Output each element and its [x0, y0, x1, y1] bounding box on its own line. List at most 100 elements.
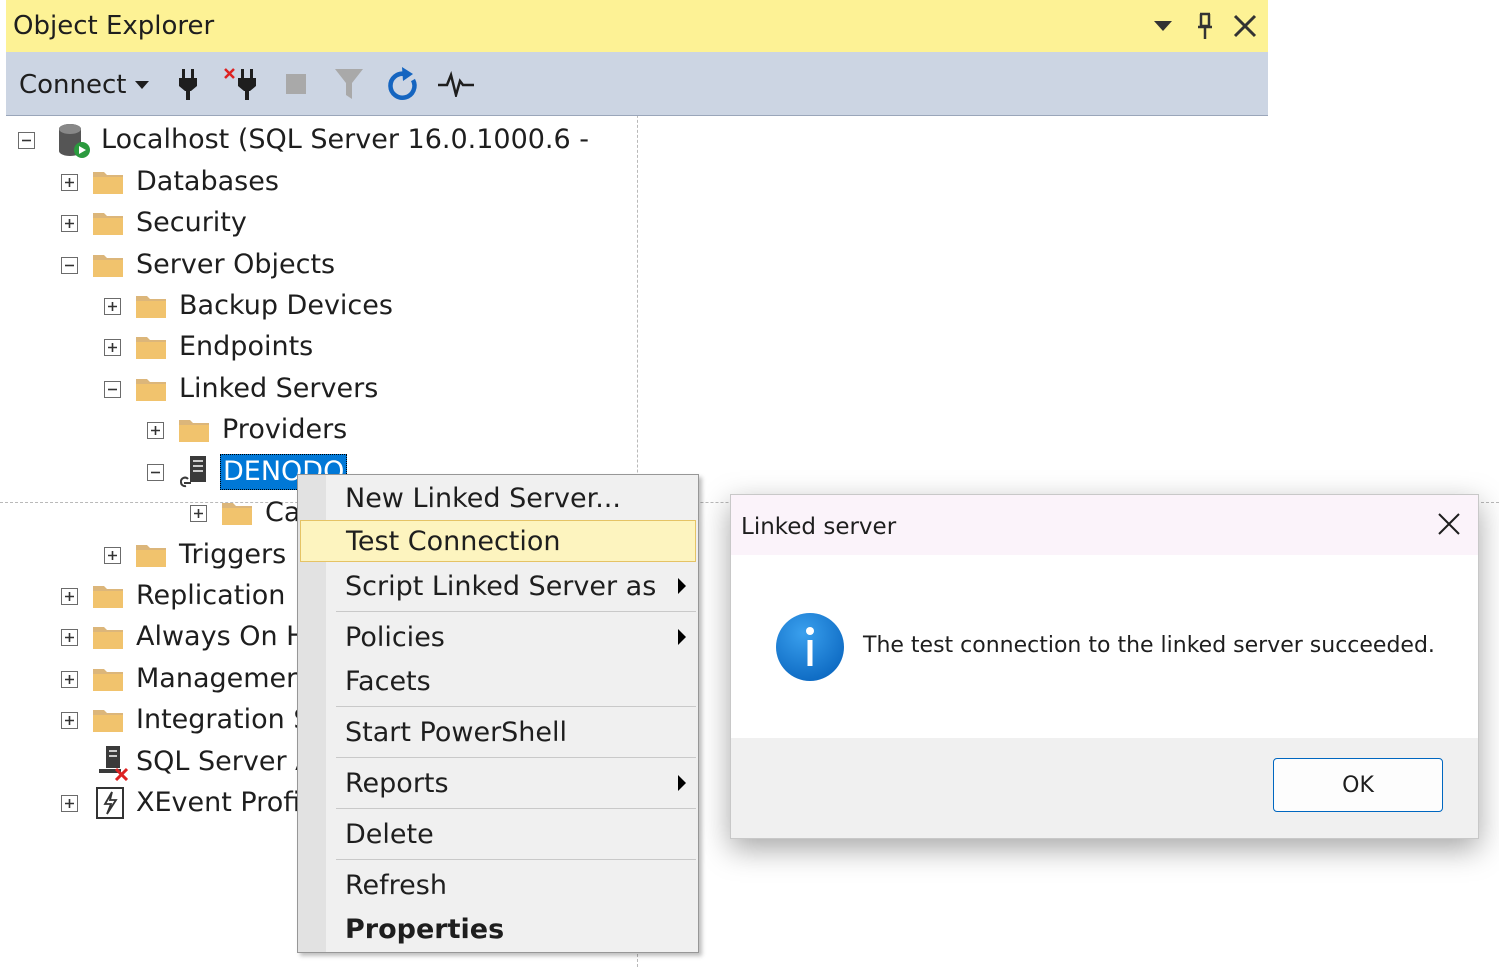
expand-icon[interactable] [61, 794, 78, 812]
menu-separator [336, 757, 696, 758]
expand-icon[interactable] [61, 587, 78, 605]
connect-plug-icon[interactable] [168, 64, 208, 104]
dialog-close-icon[interactable] [1434, 509, 1464, 539]
expand-icon[interactable] [61, 214, 78, 232]
tree-node-linked-servers[interactable]: Linked Servers [104, 369, 380, 409]
tree-label-databases: Databases [136, 166, 279, 197]
menu-item-reports[interactable]: Reports [300, 762, 696, 804]
dialog-title: Linked server [741, 514, 897, 540]
folder-icon [92, 583, 124, 609]
object-explorer-toolbar: Connect [6, 52, 1268, 116]
tree-label-always-on: Always On H [136, 621, 307, 652]
folder-icon [178, 417, 210, 443]
dialog-message: The test connection to the linked server… [863, 633, 1435, 658]
menu-item-delete[interactable]: Delete [300, 813, 696, 855]
menu-item-facets[interactable]: Facets [300, 660, 696, 702]
object-explorer-title: Object Explorer [13, 11, 215, 41]
expand-icon[interactable] [104, 338, 121, 356]
expand-icon[interactable] [147, 421, 164, 439]
tree-node-catalogs[interactable]: Ca [190, 493, 302, 533]
submenu-arrow-icon [678, 578, 686, 594]
tree-label-endpoints: Endpoints [179, 331, 314, 362]
linked-server-icon [178, 455, 210, 489]
tree-node-sql-server-agent[interactable]: SQL Server A [61, 742, 316, 782]
linked-server-dialog: Linked server The test connection to the… [730, 494, 1479, 839]
menu-separator [336, 611, 696, 612]
tree-label-replication: Replication [136, 580, 286, 611]
close-icon[interactable] [1228, 8, 1262, 44]
xevent-profiler-icon [95, 786, 127, 820]
tree-node-server-objects[interactable]: Server Objects [61, 245, 337, 285]
tree-node-localhost[interactable]: Localhost (SQL Server 16.0.1000.6 - [18, 120, 591, 160]
object-explorer-titlebar: Object Explorer [6, 0, 1268, 52]
collapse-icon[interactable] [147, 463, 164, 481]
expand-icon[interactable] [61, 670, 78, 688]
tree-label-sql-server-agent: SQL Server A [136, 746, 314, 777]
tree-node-integration-services[interactable]: Integration S [61, 700, 313, 740]
folder-icon [92, 666, 124, 692]
tree-node-replication[interactable]: Replication [61, 576, 287, 616]
disconnect-icon[interactable] [222, 64, 262, 104]
menu-item-properties[interactable]: Properties [300, 908, 696, 950]
refresh-icon[interactable] [383, 64, 423, 104]
menu-item-policies[interactable]: Policies [300, 616, 696, 658]
connect-dropdown-button[interactable]: Connect [19, 70, 149, 100]
context-menu: New Linked Server... Test Connection Scr… [297, 474, 699, 953]
chevron-down-icon [134, 81, 149, 89]
menu-item-test-connection[interactable]: Test Connection [300, 520, 696, 562]
tree-node-security[interactable]: Security [61, 203, 249, 243]
folder-icon [135, 334, 167, 360]
tree-node-backup-devices[interactable]: Backup Devices [104, 286, 395, 326]
window-position-dropdown-icon[interactable] [1146, 8, 1180, 44]
filter-icon[interactable] [329, 64, 369, 104]
expand-icon[interactable] [61, 173, 78, 191]
menu-separator [336, 859, 696, 860]
tree-label-localhost: Localhost (SQL Server 16.0.1000.6 - [101, 124, 590, 155]
folder-icon [92, 707, 124, 733]
expand-icon[interactable] [104, 297, 121, 315]
menu-separator [336, 808, 696, 809]
tree-label-backup-devices: Backup Devices [179, 290, 393, 321]
folder-icon [92, 252, 124, 278]
tree-label-security: Security [136, 207, 247, 238]
folder-icon [92, 169, 124, 195]
submenu-arrow-icon [678, 775, 686, 791]
collapse-icon[interactable] [61, 256, 78, 274]
expand-icon[interactable] [104, 546, 121, 564]
pin-icon[interactable] [1188, 8, 1222, 44]
menu-item-new-linked-server[interactable]: New Linked Server... [300, 477, 696, 519]
tree-node-databases[interactable]: Databases [61, 162, 281, 202]
tree-node-always-on[interactable]: Always On H [61, 617, 308, 657]
activity-monitor-icon[interactable] [436, 64, 476, 104]
menu-item-start-powershell[interactable]: Start PowerShell [300, 711, 696, 753]
tree-node-providers[interactable]: Providers [147, 410, 349, 450]
expand-icon[interactable] [61, 711, 78, 729]
tree-label-xevent-profiler: XEvent Profi [136, 787, 301, 818]
folder-icon [92, 210, 124, 236]
info-icon [775, 612, 845, 682]
folder-icon [92, 624, 124, 650]
dialog-body: The test connection to the linked server… [731, 555, 1478, 738]
tree-node-triggers[interactable]: Triggers [104, 535, 288, 575]
menu-item-script-linked-server-as[interactable]: Script Linked Server as [300, 565, 696, 607]
tree-label-linked-servers: Linked Servers [179, 373, 379, 404]
ok-button[interactable]: OK [1273, 758, 1443, 812]
folder-icon [135, 376, 167, 402]
folder-icon [221, 500, 253, 526]
folder-icon [135, 542, 167, 568]
collapse-icon[interactable] [104, 380, 121, 398]
agent-stopped-icon [96, 745, 129, 781]
stop-icon[interactable] [276, 64, 316, 104]
tree-node-xevent-profiler[interactable]: XEvent Profi [61, 783, 302, 823]
expand-icon[interactable] [61, 628, 78, 646]
menu-separator [336, 706, 696, 707]
tree-label-triggers: Triggers [179, 539, 287, 570]
dialog-titlebar: Linked server [731, 495, 1478, 555]
tree-node-management[interactable]: Managemer [61, 659, 299, 699]
expand-icon[interactable] [190, 504, 207, 522]
tree-node-endpoints[interactable]: Endpoints [104, 327, 315, 367]
menu-item-refresh[interactable]: Refresh [300, 864, 696, 906]
tree-label-server-objects: Server Objects [136, 249, 336, 280]
connect-label: Connect [19, 70, 127, 100]
collapse-icon[interactable] [18, 131, 35, 149]
